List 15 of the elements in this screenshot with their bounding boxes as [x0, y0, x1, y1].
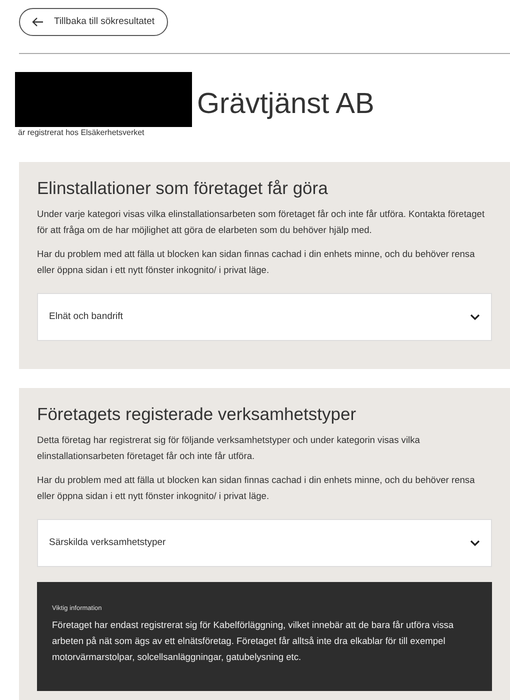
- company-name: Grävtjänst AB: [197, 87, 374, 121]
- info-text: Företaget har endast registrerat sig för Kabelförläggning, vilket innebär att de bara får utföra vissa arbeten på nät som ägs av ett elnätsföretag. Företaget får alltså inte dra elkablar för till exempel motorvärmarstolpar, solcellsanläggningar, gatubelysning etc.: [52, 619, 455, 664]
- section-paragraph: Under varje kategori visas vilka elinstallationsarbeten som företaget får och inte får utföra. Kontakta företaget för att fråga om de har möjlighet att göra de elarbeten som du behöver hjälp med.: [37, 208, 486, 237]
- chevron-icon: [470, 540, 480, 546]
- accordion-header[interactable]: Särskilda verksamhetstyper: [37, 519, 492, 567]
- registration-note: är registrerat hos Elsäkerhetsverket: [18, 128, 146, 138]
- back-arrow-icon: [32, 17, 44, 27]
- section-paragraph: Detta företag har registrerat sig för följande verksamhetstyper och under kategorin visas vilka elinstallationsarbeten företaget får och inte får utföra.: [37, 434, 421, 463]
- section-paragraph: Har du problem med att fälla ut blocken kan sidan finnas cachad i din enhets minne, och du behöver rensa eller öppna sidan i ett nytt fönster inkognito/ i privat läge.: [37, 248, 476, 277]
- accordion-header[interactable]: Elnät och bandrift: [37, 293, 492, 341]
- section-heading: Företagets registerade verksamhetstyper: [37, 403, 358, 426]
- chevron-icon: [470, 314, 480, 320]
- back-button[interactable]: Tillbaka till sökresultatet: [19, 8, 168, 36]
- section-heading: Elinstallationer som företaget får göra: [37, 177, 329, 200]
- section-paragraph: Har du problem med att fälla ut blocken kan sidan finnas cachad i din enhets minne, och du behöver rensa eller öppna sidan i ett nytt fönster inkognito/ i privat läge.: [37, 474, 476, 503]
